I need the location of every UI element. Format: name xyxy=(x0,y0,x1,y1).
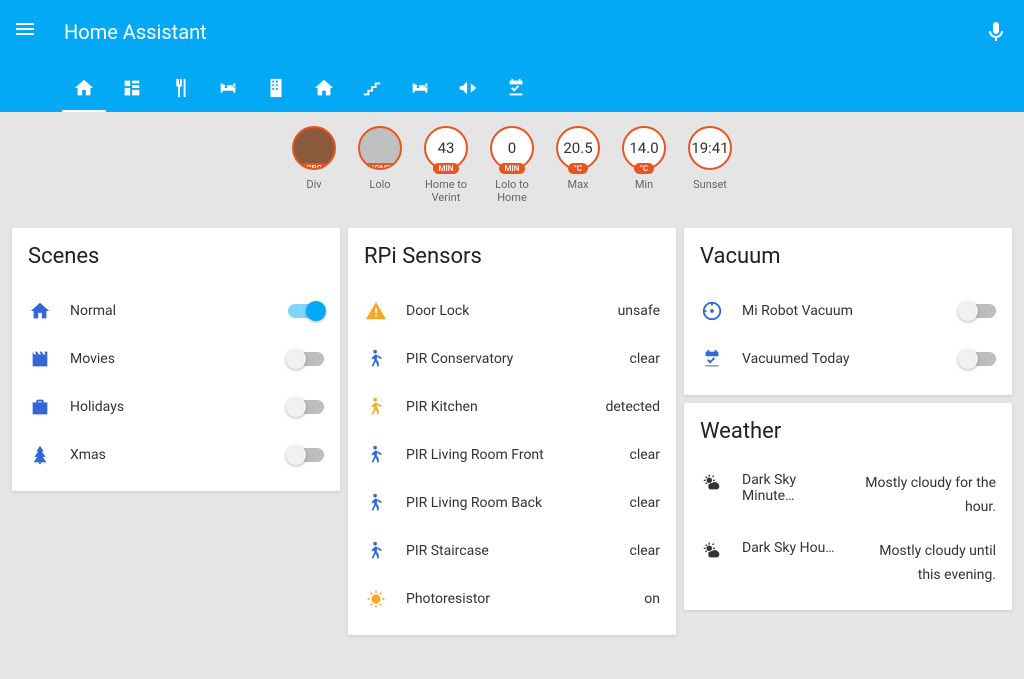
scene-row-holidays[interactable]: Holidays xyxy=(28,383,324,431)
badges-row: CBC Div HOME Lolo 43MIN Home to Verint 0… xyxy=(0,112,1024,210)
toggle-scene-movies[interactable] xyxy=(288,352,324,366)
walk-icon xyxy=(364,540,388,562)
walk-icon xyxy=(364,348,388,370)
card-title-sensors: RPi Sensors xyxy=(364,244,660,269)
tab-stairs[interactable] xyxy=(360,64,384,112)
tab-home[interactable] xyxy=(72,64,96,112)
scene-row-xmas[interactable]: Xmas xyxy=(28,431,324,479)
tab-house[interactable] xyxy=(312,64,336,112)
run-icon xyxy=(364,396,388,418)
tree-icon xyxy=(28,444,52,466)
badge-person-lolo[interactable]: HOME Lolo xyxy=(351,126,409,204)
cards-area: Scenes Normal Movies Holidays Xmas xyxy=(0,210,1024,653)
badge-sunset[interactable]: 19:41 Sunset xyxy=(681,126,739,204)
tab-calendar[interactable] xyxy=(504,64,528,112)
card-weather: Weather Dark Sky Minute… Mostly cloudy f… xyxy=(684,403,1012,609)
badge-home-to-verint[interactable]: 43MIN Home to Verint xyxy=(417,126,475,204)
sensor-row-pir-staircase[interactable]: PIR Staircase clear xyxy=(364,527,660,575)
tab-dining[interactable] xyxy=(168,64,192,112)
movie-icon xyxy=(28,348,52,370)
robot-vacuum-icon xyxy=(700,300,724,322)
scene-row-normal[interactable]: Normal xyxy=(28,287,324,335)
tab-bedroom[interactable] xyxy=(216,64,240,112)
toggle-vacuum-robot[interactable] xyxy=(960,304,996,318)
partly-cloudy-icon xyxy=(700,540,724,562)
badge-temp-min[interactable]: 14.0°C Min xyxy=(615,126,673,204)
toggle-scene-normal[interactable] xyxy=(288,304,324,318)
badge-lolo-to-home[interactable]: 0MIN Lolo to Home xyxy=(483,126,541,204)
sensor-row-pir-conservatory[interactable]: PIR Conservatory clear xyxy=(364,335,660,383)
tab-bar xyxy=(0,64,1024,112)
badge-person-div[interactable]: CBC Div xyxy=(285,126,343,204)
sensor-row-pir-kitchen[interactable]: PIR Kitchen detected xyxy=(364,383,660,431)
tab-announce[interactable] xyxy=(456,64,480,112)
calendar-check-icon xyxy=(700,348,724,370)
partly-cloudy-icon xyxy=(700,472,724,494)
alert-icon xyxy=(364,300,388,322)
weather-row-minute[interactable]: Dark Sky Minute… Mostly cloudy for the h… xyxy=(700,462,996,530)
scene-row-movies[interactable]: Movies xyxy=(28,335,324,383)
sensor-row-pir-living-front[interactable]: PIR Living Room Front clear xyxy=(364,431,660,479)
tab-building[interactable] xyxy=(264,64,288,112)
tab-dashboard[interactable] xyxy=(120,64,144,112)
card-sensors: RPi Sensors Door Lock unsafe PIR Conserv… xyxy=(348,228,676,635)
app-header: Home Assistant xyxy=(0,0,1024,64)
card-scenes: Scenes Normal Movies Holidays Xmas xyxy=(12,228,340,491)
sensor-row-photoresistor[interactable]: Photoresistor on xyxy=(364,575,660,623)
tab-bed[interactable] xyxy=(408,64,432,112)
card-title-weather: Weather xyxy=(700,419,996,444)
card-title-vacuum: Vacuum xyxy=(700,244,996,269)
briefcase-icon xyxy=(28,396,52,418)
app-title: Home Assistant xyxy=(64,20,984,44)
toggle-scene-holidays[interactable] xyxy=(288,400,324,414)
menu-button[interactable] xyxy=(16,20,40,44)
brightness-icon xyxy=(364,588,388,610)
sensor-row-pir-living-back[interactable]: PIR Living Room Back clear xyxy=(364,479,660,527)
walk-icon xyxy=(364,444,388,466)
walk-icon xyxy=(364,492,388,514)
toggle-vacuum-today[interactable] xyxy=(960,352,996,366)
microphone-icon[interactable] xyxy=(984,20,1008,44)
sensor-row-door-lock[interactable]: Door Lock unsafe xyxy=(364,287,660,335)
home-icon xyxy=(28,300,52,322)
vacuum-row-today[interactable]: Vacuumed Today xyxy=(700,335,996,383)
weather-row-hourly[interactable]: Dark Sky Hou… Mostly cloudy until this e… xyxy=(700,530,996,598)
badge-temp-max[interactable]: 20.5°C Max xyxy=(549,126,607,204)
toggle-scene-xmas[interactable] xyxy=(288,448,324,462)
vacuum-row-robot[interactable]: Mi Robot Vacuum xyxy=(700,287,996,335)
card-title-scenes: Scenes xyxy=(28,244,324,269)
card-vacuum: Vacuum Mi Robot Vacuum Vacuumed Today xyxy=(684,228,1012,395)
